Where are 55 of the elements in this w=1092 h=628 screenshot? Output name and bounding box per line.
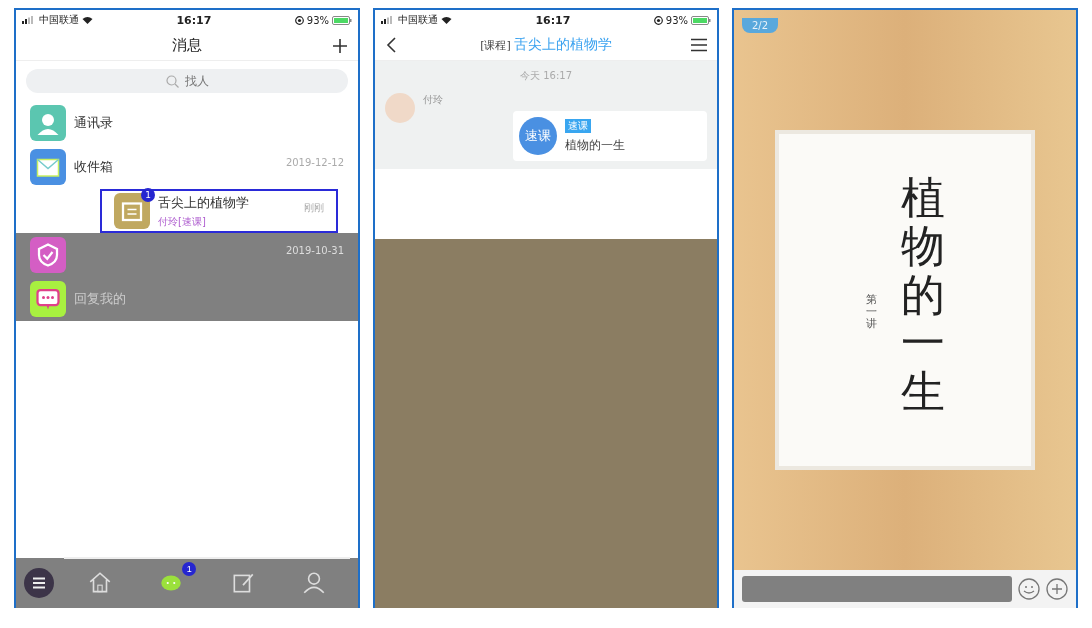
battery-percent: 93% xyxy=(665,14,688,26)
lock-rotation-icon xyxy=(294,15,304,25)
carrier-name: 中国联通 xyxy=(398,13,438,27)
course-title: 植物的一生 xyxy=(565,136,625,154)
slide-title: 植物的一生 xyxy=(900,174,945,419)
message-time: 刚刚 xyxy=(304,201,324,215)
message-preview: 付玲[速课] xyxy=(158,214,207,229)
carrier-name: 中国联通 xyxy=(39,13,79,27)
search-icon xyxy=(166,75,179,88)
emoji-icon[interactable] xyxy=(1018,578,1040,600)
avatar xyxy=(385,93,415,123)
signal-icon xyxy=(381,16,395,24)
status-time: 16:17 xyxy=(535,13,571,27)
lock-rotation-icon xyxy=(653,15,663,25)
course-tag: 速课 xyxy=(565,118,591,133)
battery-icon xyxy=(691,15,711,25)
course-logo: 速课 xyxy=(519,117,557,155)
battery-percent: 93% xyxy=(306,14,329,26)
search-field[interactable]: 找人 xyxy=(26,69,348,93)
envelope-icon xyxy=(30,149,66,185)
course-label: [课程] xyxy=(480,38,511,53)
battery-icon xyxy=(332,15,352,25)
time-divider: 今天 16:17 xyxy=(519,69,573,83)
message-time: 2019-10-31 xyxy=(285,245,344,256)
shield-icon xyxy=(30,237,66,273)
course-card[interactable]: 速课 速课 植物的一生 xyxy=(513,111,707,161)
contacts-icon xyxy=(30,105,66,141)
screen-title: 消息 xyxy=(172,35,202,55)
slide-subtitle: 第一讲 xyxy=(865,294,877,333)
message-title: 回复我的 xyxy=(74,290,127,308)
menu-icon[interactable] xyxy=(691,38,707,52)
status-time: 16:17 xyxy=(176,13,212,27)
menu-icon xyxy=(32,577,46,589)
message-title: 收件箱 xyxy=(74,158,114,176)
message-input-field[interactable] xyxy=(742,576,1012,602)
tab-button[interactable]: 1 xyxy=(146,561,197,607)
signal-icon xyxy=(22,16,36,24)
speech-bubble-icon xyxy=(30,281,66,317)
wifi-icon xyxy=(82,16,93,24)
chat-title: 舌尖上的植物学 xyxy=(513,36,612,54)
message-row[interactable]: 通讯录 xyxy=(16,101,358,145)
unread-badge: 1 xyxy=(141,188,155,202)
plus-icon[interactable] xyxy=(332,38,348,54)
page-indicator: 2/2 xyxy=(742,18,779,33)
plus-icon[interactable] xyxy=(1046,578,1068,600)
menu-button[interactable] xyxy=(24,568,54,598)
message-title: 舌尖上的植物学 xyxy=(158,193,250,212)
message-row[interactable]: 收件箱 2019-12-12 xyxy=(16,145,358,189)
back-icon[interactable] xyxy=(385,36,397,54)
message-time: 2019-12-12 xyxy=(285,157,344,168)
wifi-icon xyxy=(441,16,452,24)
book-icon xyxy=(114,193,150,229)
message-title: 通讯录 xyxy=(74,114,114,132)
sender-name: 付玲 xyxy=(423,93,444,107)
unread-badge: 1 xyxy=(182,561,197,576)
